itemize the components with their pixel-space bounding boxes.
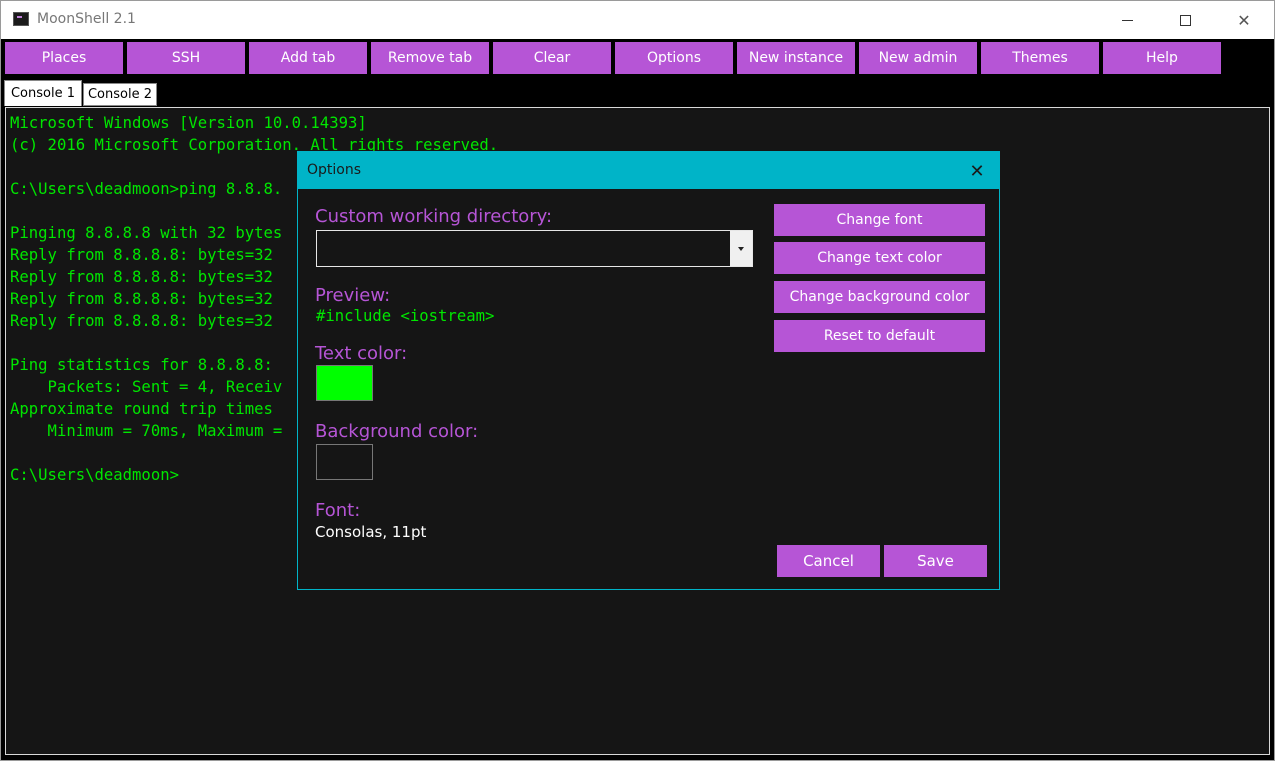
change-text-color-button[interactable]: Change text color xyxy=(774,242,985,274)
minimize-icon xyxy=(1121,19,1133,21)
window-title: MoonShell 2.1 xyxy=(37,11,136,27)
background-color-label: Background color: xyxy=(315,421,479,442)
close-icon: ✕ xyxy=(1237,10,1251,30)
save-button[interactable]: Save xyxy=(884,545,987,577)
working-directory-label: Custom working directory: xyxy=(315,206,553,227)
app-window: MoonShell 2.1 ✕ Places SSH Add tab Remov… xyxy=(0,0,1275,761)
options-button[interactable]: Options xyxy=(615,42,733,74)
tab-console-1[interactable]: Console 1 xyxy=(4,80,82,106)
maximize-icon xyxy=(1179,14,1191,26)
change-background-color-button[interactable]: Change background color xyxy=(774,281,985,313)
clear-button[interactable]: Clear xyxy=(493,42,611,74)
tab-strip: Console 1 Console 2 xyxy=(1,76,1274,106)
close-window-button[interactable]: ✕ xyxy=(1215,1,1273,39)
text-color-swatch[interactable] xyxy=(316,365,373,401)
new-instance-button[interactable]: New instance xyxy=(737,42,855,74)
reset-to-default-button[interactable]: Reset to default xyxy=(774,320,985,352)
minimize-button[interactable] xyxy=(1098,1,1156,39)
places-button[interactable]: Places xyxy=(5,42,123,74)
terminal-app-icon xyxy=(13,12,29,26)
toolbar: Places SSH Add tab Remove tab Clear Opti… xyxy=(1,39,1274,76)
working-directory-combobox[interactable] xyxy=(316,230,753,267)
tab-console-2[interactable]: Console 2 xyxy=(83,83,157,106)
dialog-title-bar[interactable]: Options ✕ xyxy=(298,152,999,189)
ssh-button[interactable]: SSH xyxy=(127,42,245,74)
dialog-close-button[interactable]: ✕ xyxy=(962,156,992,186)
help-button[interactable]: Help xyxy=(1103,42,1221,74)
text-color-label: Text color: xyxy=(315,343,408,364)
new-admin-button[interactable]: New admin xyxy=(859,42,977,74)
title-bar[interactable]: MoonShell 2.1 ✕ xyxy=(1,1,1274,39)
dropdown-button[interactable] xyxy=(730,231,752,266)
maximize-button[interactable] xyxy=(1156,1,1214,39)
change-font-button[interactable]: Change font xyxy=(774,204,985,236)
themes-button[interactable]: Themes xyxy=(981,42,1099,74)
close-icon: ✕ xyxy=(969,160,985,182)
chevron-down-icon xyxy=(738,246,744,251)
preview-label: Preview: xyxy=(315,285,391,306)
background-color-swatch[interactable] xyxy=(316,444,373,480)
cancel-button[interactable]: Cancel xyxy=(777,545,880,577)
dialog-title: Options xyxy=(307,162,362,178)
font-label: Font: xyxy=(315,500,361,521)
remove-tab-button[interactable]: Remove tab xyxy=(371,42,489,74)
add-tab-button[interactable]: Add tab xyxy=(249,42,367,74)
font-value: Consolas, 11pt xyxy=(315,523,427,541)
preview-text: #include <iostream> xyxy=(316,307,495,325)
options-dialog: Options ✕ Custom working directory: Prev… xyxy=(297,151,1000,590)
